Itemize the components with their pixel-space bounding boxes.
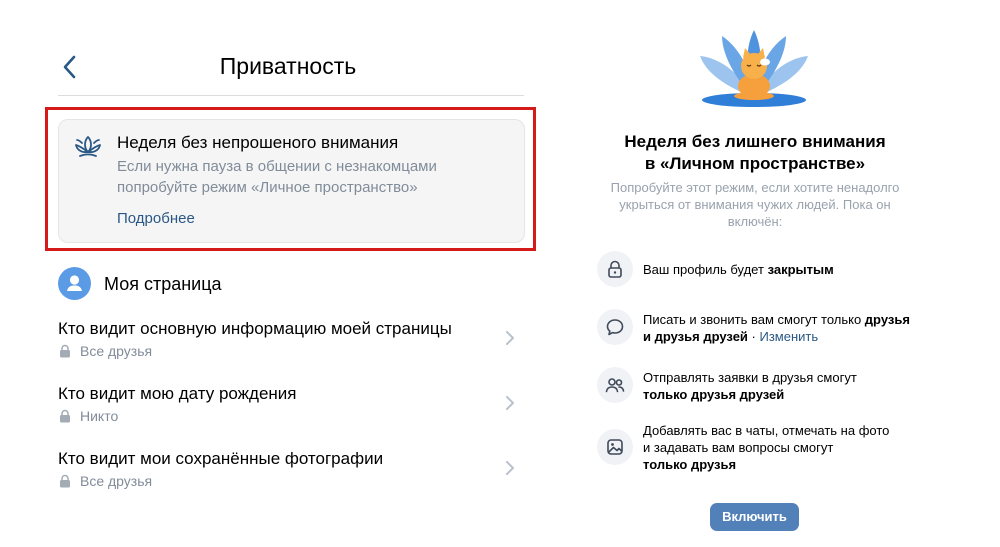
users-icon (605, 378, 625, 393)
promo-subtitle-line2: укрыться от внимания чужих людей. Пока о… (619, 197, 891, 212)
user-icon (67, 275, 82, 291)
promo-title-line2: в «Личном пространстве» (644, 154, 866, 173)
more-link[interactable]: Подробнее (117, 210, 195, 227)
setting-title: Кто видит мою дату рождения (58, 384, 297, 403)
promo-title: Неделя без лишнего внимания в «Личном пр… (560, 131, 950, 175)
header-divider (58, 95, 524, 96)
promo-subtitle-line3: включён: (727, 214, 783, 229)
banner-text-line2: попробуйте режим «Личное пространство» (117, 179, 418, 196)
setting-value: Никто (80, 408, 119, 424)
setting-row-main-info[interactable]: Кто видит основную информацию моей стран… (58, 319, 524, 375)
photo-icon (607, 439, 623, 455)
section-title-my-page: Моя страница (104, 274, 222, 294)
banner-text: Если нужна пауза в общении с незнакомцам… (117, 156, 437, 198)
feature-text-chats-photos: Добавлять вас в чаты, отмечать на фото и… (643, 423, 890, 472)
feature-icon-bg (597, 309, 633, 345)
chevron-right-icon (506, 461, 514, 475)
feature-icon-bg (597, 251, 633, 287)
change-link[interactable]: Изменить (760, 329, 819, 344)
lock-icon (60, 344, 70, 358)
setting-value: Все друзья (80, 473, 153, 489)
avatar (58, 267, 91, 300)
promo-title-line1: Неделя без лишнего внимания (624, 132, 886, 151)
feature-text-messaging: Писать и звонить вам смогут только друзь… (643, 312, 910, 344)
enable-button[interactable]: Включить (710, 503, 799, 531)
feature-icon-bg (597, 429, 633, 465)
lotus-icon (72, 131, 104, 163)
lock-icon (60, 474, 70, 488)
setting-value: Все друзья (80, 343, 153, 359)
setting-title: Кто видит основную информацию моей стран… (58, 319, 452, 338)
lock-icon (60, 409, 70, 423)
promo-subtitle: Попробуйте этот режим, если хотите ненад… (560, 179, 950, 230)
feature-text-friend-requests: Отправлять заявки в друзья смогут только… (643, 370, 857, 402)
feature-icon-bg (597, 367, 633, 403)
banner-title: Неделя без непрошеного внимания (117, 133, 399, 152)
banner-text-line1: Если нужна пауза в общении с незнакомцам… (117, 158, 437, 175)
promo-subtitle-line1: Попробуйте этот режим, если хотите ненад… (610, 180, 900, 195)
lock-icon (608, 260, 622, 278)
setting-row-birthday[interactable]: Кто видит мою дату рождения Никто (58, 384, 524, 440)
setting-row-saved-photos[interactable]: Кто видит мои сохранённые фотографии Все… (58, 449, 524, 505)
chevron-right-icon (506, 396, 514, 410)
setting-title: Кто видит мои сохранённые фотографии (58, 449, 384, 468)
chat-bubble-icon (606, 319, 624, 336)
meditating-cat-illustration (698, 28, 810, 112)
feature-text-profile-closed: Ваш профиль будет закрытым (643, 262, 834, 277)
page-title: Приватность (219, 53, 357, 79)
chevron-right-icon (506, 331, 514, 345)
